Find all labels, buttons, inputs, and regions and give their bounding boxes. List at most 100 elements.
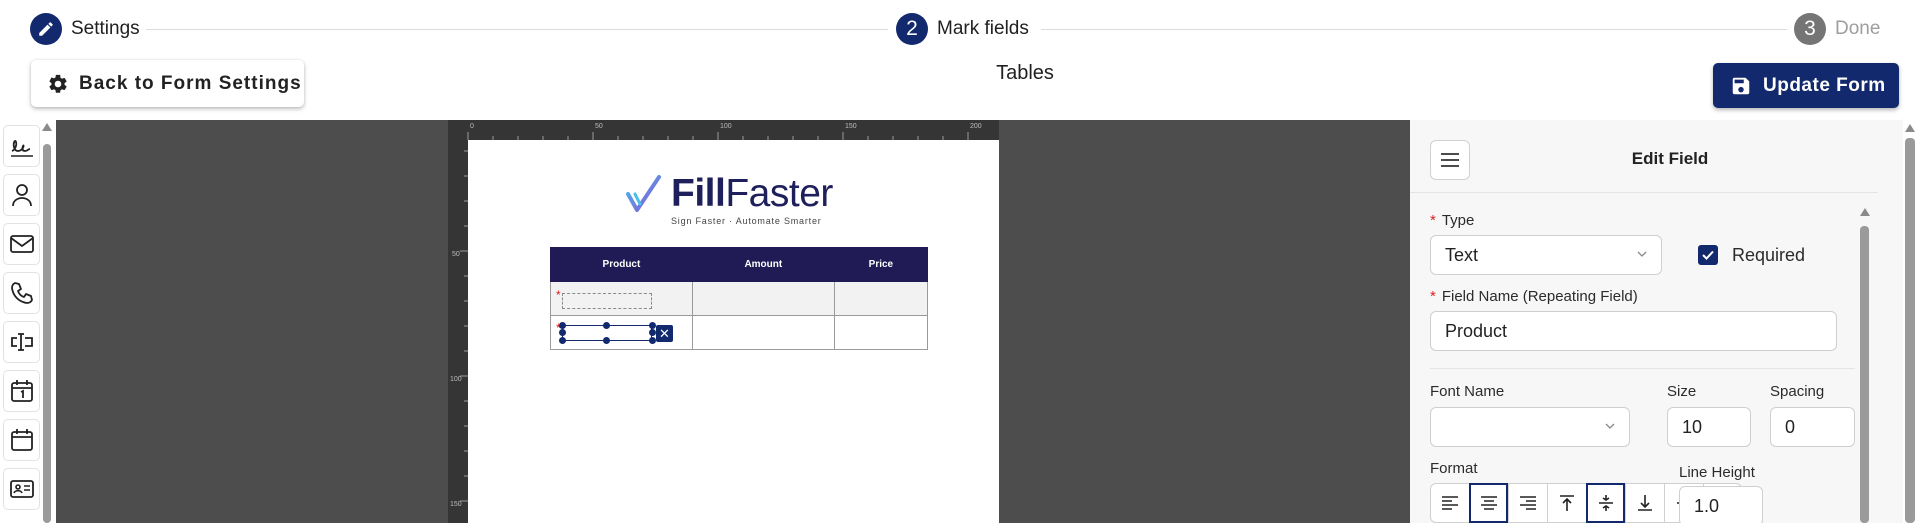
pdf-page[interactable]: FillFaster Sign Faster · Automate Smarte… [468, 140, 999, 523]
required-label: Required [1732, 245, 1806, 265]
update-form-button[interactable]: Update Form [1713, 63, 1899, 108]
align-top-icon [1560, 495, 1574, 511]
font-name-select[interactable] [1430, 407, 1630, 447]
scroll-thumb[interactable] [1860, 226, 1869, 523]
email-tool[interactable] [3, 223, 40, 265]
logo-tagline: Sign Faster · Automate Smarter [671, 216, 822, 226]
check-logo-icon [626, 175, 661, 212]
ruler-label: 50 [595, 123, 603, 130]
scroll-thumb[interactable] [1905, 138, 1915, 523]
line-height-label: Line Height [1679, 464, 1755, 481]
resize-handle[interactable] [603, 337, 610, 344]
required-checkbox[interactable] [1698, 245, 1718, 265]
table-header-cell: Amount [691, 247, 835, 282]
step-label: Done [1835, 18, 1881, 39]
menu-button[interactable] [1430, 140, 1470, 180]
ruler-label: 50 [452, 251, 460, 258]
align-left-icon [1442, 496, 1458, 510]
resize-handle[interactable] [603, 322, 610, 329]
text-field-placeholder[interactable] [562, 293, 652, 309]
delete-field-icon[interactable]: ✕ [656, 325, 673, 342]
align-left-button[interactable] [1430, 483, 1469, 523]
signature-tool[interactable] [3, 125, 40, 167]
scroll-thumb[interactable] [43, 144, 51, 523]
calendar-day-icon [10, 380, 33, 402]
document-canvas[interactable]: 0 50 100 150 200 50 100 150 FillFaster S… [56, 120, 1410, 523]
back-to-form-settings-button[interactable]: Back to Form Settings [31, 60, 304, 107]
size-label: Size [1667, 383, 1697, 400]
ruler-vertical: 50 100 150 [448, 140, 468, 523]
type-value: Text [1445, 244, 1479, 265]
align-center-icon [1480, 496, 1497, 510]
panel-header: Edit Field [1410, 120, 1878, 193]
spacing-value: 0 [1785, 416, 1796, 437]
calendar-tool[interactable] [3, 419, 40, 461]
input-icon [10, 333, 33, 351]
resize-handle[interactable] [649, 322, 656, 329]
step-label: Settings [71, 18, 140, 39]
edit-icon [30, 13, 62, 45]
spacing-label: Spacing [1770, 383, 1825, 400]
hamburger-icon [1441, 153, 1459, 167]
type-select[interactable]: Text [1430, 235, 1662, 275]
table-header-cell: Price [833, 247, 929, 282]
ruler-label: 150 [450, 501, 462, 508]
align-bottom-button[interactable] [1625, 483, 1664, 523]
field-name-value: Product [1445, 320, 1508, 341]
ruler-label: 150 [845, 123, 857, 130]
step-number: 2 [896, 13, 928, 45]
update-button-label: Update Form [1763, 74, 1886, 96]
step-settings[interactable]: Settings [30, 13, 140, 45]
scroll-up-icon[interactable] [42, 123, 52, 131]
mail-icon [9, 235, 34, 253]
field-name-input[interactable]: Product [1430, 311, 1837, 351]
align-right-icon [1520, 496, 1536, 510]
align-top-button[interactable] [1547, 483, 1586, 523]
text-input-tool[interactable] [3, 321, 40, 363]
field-name-label: * Field Name (Repeating Field) [1430, 288, 1638, 305]
type-label: * Type [1430, 212, 1475, 229]
font-name-label: Font Name [1430, 383, 1505, 400]
edit-field-panel: Edit Field * Type Text Required * Field Na… [1410, 120, 1903, 523]
checkmark-icon [1702, 250, 1714, 260]
resize-handle[interactable] [559, 322, 566, 329]
name-tool[interactable] [3, 174, 40, 216]
chevron-down-icon [1605, 423, 1615, 429]
gear-icon [49, 74, 67, 93]
ruler-label: 200 [970, 123, 982, 130]
align-middle-button[interactable] [1586, 483, 1625, 523]
save-icon [1732, 77, 1750, 94]
id-card-tool[interactable] [3, 468, 40, 510]
size-input[interactable]: 10 [1667, 407, 1751, 447]
phone-tool[interactable] [3, 272, 40, 314]
signature-icon [10, 140, 33, 157]
align-center-button[interactable] [1469, 483, 1508, 523]
page-scrollbar[interactable] [1903, 120, 1918, 523]
ruler-horizontal: 0 50 100 150 200 [448, 120, 999, 140]
panel-title: Edit Field [1631, 149, 1709, 168]
calendar-icon [10, 429, 33, 451]
resize-handle[interactable] [649, 329, 656, 336]
step-connector [146, 29, 888, 30]
panel-scrollbar[interactable] [1859, 208, 1871, 523]
date-tool[interactable] [3, 370, 40, 412]
toolbar-scrollbar[interactable] [42, 123, 52, 523]
resize-handle[interactable] [559, 329, 566, 336]
step-connector [1041, 29, 1787, 30]
resize-handle[interactable] [649, 337, 656, 344]
step-done[interactable]: 3 Done [1794, 13, 1880, 45]
logo-wordmark: FillFaster [671, 172, 833, 215]
line-height-input[interactable]: 1.0 [1679, 486, 1763, 523]
align-right-button[interactable] [1508, 483, 1547, 523]
ruler-label: 100 [450, 376, 462, 383]
scroll-up-icon[interactable] [1905, 124, 1915, 132]
resize-handle[interactable] [559, 337, 566, 344]
spacing-input[interactable]: 0 [1770, 407, 1855, 447]
step-mark-fields[interactable]: 2 Mark fields [896, 13, 1029, 45]
table-header-cell: Product [550, 247, 693, 282]
scroll-up-icon[interactable] [1860, 208, 1870, 216]
step-number: 3 [1794, 13, 1826, 45]
divider [1430, 368, 1855, 369]
phone-icon [10, 282, 33, 304]
form-editor-page: Settings 2 Mark fields 3 Done Back to Fo… [0, 0, 1918, 523]
